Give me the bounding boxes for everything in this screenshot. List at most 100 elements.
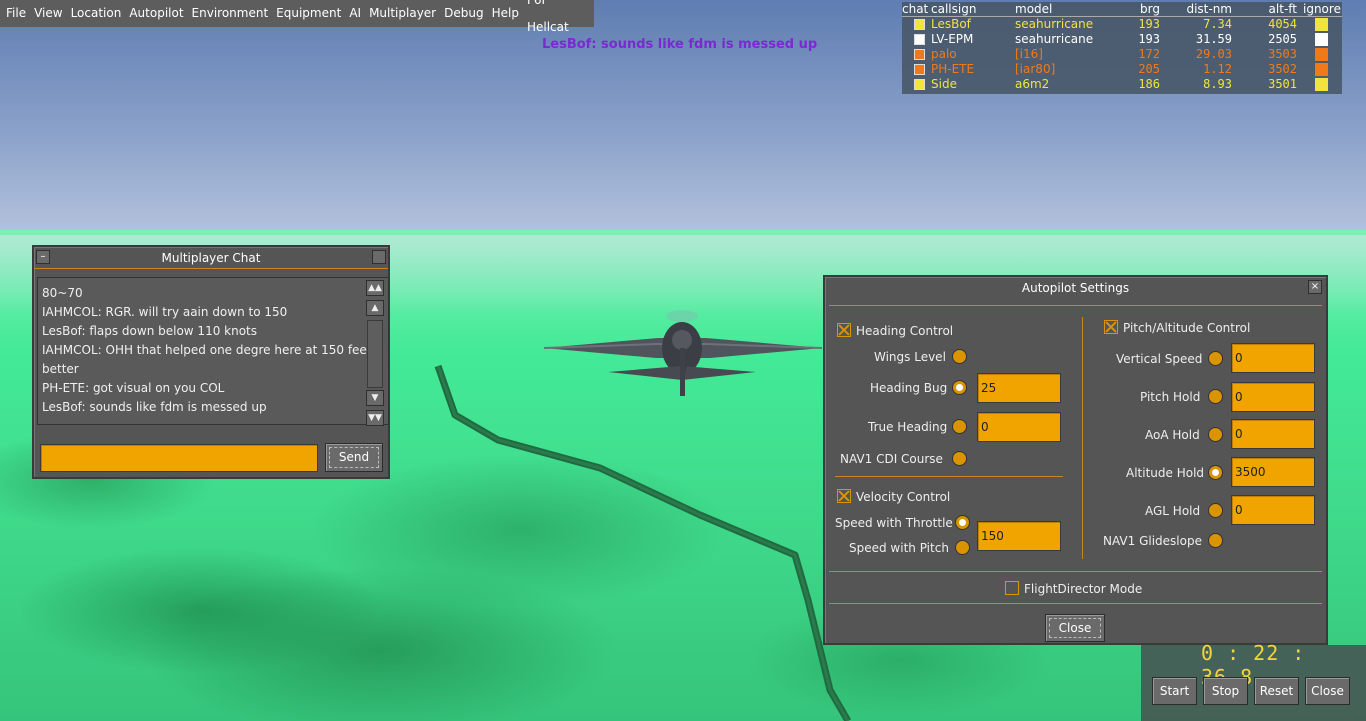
menu-autopilot[interactable]: Autopilot (125, 0, 187, 27)
aoa-hold-label: AoA Hold (1145, 428, 1200, 442)
true-heading-radio[interactable] (952, 419, 967, 434)
chat-color-swatch (914, 49, 925, 60)
pilot-model: a6m2 (1015, 77, 1050, 91)
heading-control-checkbox[interactable] (837, 323, 851, 337)
pilot-model: seahurricane (1015, 32, 1094, 46)
autopilot-close-button[interactable]: Close (1045, 614, 1105, 642)
pitch-altitude-control-checkbox[interactable] (1104, 320, 1118, 334)
pilot-model: seahurricane (1015, 17, 1094, 31)
chat-log[interactable]: 80~70 IAHMCOL: RGR. will try aain down to… (37, 277, 389, 425)
chat-message: better (42, 362, 79, 376)
pilot-row[interactable]: LesBof seahurricane 193 7.34 4054 (902, 17, 1342, 32)
velocity-control-label: Velocity Control (856, 490, 951, 504)
header-callsign: callsign (931, 2, 977, 16)
ignore-toggle[interactable] (1315, 48, 1328, 61)
pilot-bearing: 186 (1138, 77, 1160, 91)
aoa-hold-field[interactable]: 0 (1231, 419, 1315, 449)
scroll-up-button[interactable]: ▲ (366, 300, 384, 316)
send-button[interactable]: Send (325, 443, 383, 472)
chat-banner-message: LesBof: sounds like fdm is messed up (542, 37, 818, 52)
menu-equipment[interactable]: Equipment (272, 0, 345, 27)
menu-environment[interactable]: Environment (188, 0, 273, 27)
chat-color-swatch (914, 64, 925, 75)
pilot-altitude: 3501 (1268, 77, 1297, 91)
pilot-distance: 31.59 (1195, 32, 1232, 46)
velocity-control-checkbox[interactable] (837, 489, 851, 503)
nav1-cdi-radio[interactable] (952, 451, 967, 466)
stopwatch-close-button[interactable]: Close (1305, 677, 1350, 705)
pilot-callsign: PH-ETE (931, 62, 975, 76)
pilot-altitude: 2505 (1268, 32, 1297, 46)
pilot-callsign: Side (931, 77, 957, 91)
pilot-distance: 7.34 (1203, 17, 1232, 31)
pilot-row[interactable]: palo [i16] 172 29.03 3503 (902, 47, 1342, 62)
autopilot-title-bar[interactable]: Autopilot Settings × (825, 277, 1326, 299)
pilot-row[interactable]: LV-EPM seahurricane 193 31.59 2505 (902, 32, 1342, 47)
altitude-hold-radio[interactable] (1208, 465, 1223, 480)
agl-hold-label: AGL Hold (1145, 504, 1201, 518)
chat-input[interactable] (40, 444, 318, 472)
vertical-speed-field[interactable]: 0 (1231, 343, 1315, 373)
menu-multiplayer[interactable]: Multiplayer (365, 0, 440, 27)
scroll-bottom-button[interactable]: ▼▼ (366, 410, 384, 426)
pitch-altitude-control-label: Pitch/Altitude Control (1123, 321, 1251, 335)
chat-title: Multiplayer Chat (161, 251, 261, 265)
flight-director-checkbox[interactable] (1005, 581, 1019, 595)
nav1-glideslope-radio[interactable] (1208, 533, 1223, 548)
stopwatch-stop-button[interactable]: Stop (1203, 677, 1248, 705)
heading-bug-radio[interactable] (952, 380, 967, 395)
stopwatch-reset-button[interactable]: Reset (1254, 677, 1299, 705)
speed-throttle-radio[interactable] (955, 515, 970, 530)
menu-aircraft[interactable]: F6F Hellcat (523, 0, 594, 41)
menu-view[interactable]: View (30, 0, 66, 27)
ignore-toggle[interactable] (1315, 78, 1328, 91)
menubar: File View Location Autopilot Environment… (0, 0, 594, 34)
pilot-list-header: chat callsign model brg dist-nm alt-ft i… (902, 2, 1342, 17)
multiplayer-chat-dialog: – Multiplayer Chat 80~70 IAHMCOL: RGR. wi… (32, 245, 390, 479)
chat-scrollbar[interactable]: ▲▲ ▲ ▼ ▼▼ (366, 280, 386, 426)
header-alt: alt-ft (1268, 2, 1297, 16)
pilot-bearing: 193 (1138, 32, 1160, 46)
aircraft (543, 310, 823, 396)
pilot-list: chat callsign model brg dist-nm alt-ft i… (902, 2, 1342, 94)
scroll-down-button[interactable]: ▼ (366, 390, 384, 406)
ignore-toggle[interactable] (1315, 18, 1328, 31)
speed-pitch-radio[interactable] (955, 540, 970, 555)
true-heading-field[interactable]: 0 (977, 412, 1061, 442)
heading-bug-field[interactable]: 25 (977, 373, 1061, 403)
pitch-hold-field[interactable]: 0 (1231, 382, 1315, 412)
vertical-speed-radio[interactable] (1208, 351, 1223, 366)
pilot-distance: 29.03 (1195, 47, 1232, 61)
pitch-hold-radio[interactable] (1208, 389, 1223, 404)
ignore-toggle[interactable] (1315, 33, 1328, 46)
pilot-callsign: LV-EPM (931, 32, 974, 46)
window-resize-button[interactable] (372, 250, 386, 264)
menu-help[interactable]: Help (488, 0, 523, 27)
speed-field[interactable]: 150 (977, 521, 1061, 551)
pilot-row[interactable]: PH-ETE [iar80] 205 1.12 3502 (902, 62, 1342, 77)
chat-color-swatch (914, 34, 925, 45)
close-x-button[interactable]: × (1308, 280, 1322, 294)
chat-message: IAHMCOL: RGR. will try aain down to 150 (42, 305, 288, 319)
stopwatch-start-button[interactable]: Start (1152, 677, 1197, 705)
minimize-button[interactable]: – (36, 250, 50, 264)
aoa-hold-radio[interactable] (1208, 427, 1223, 442)
scroll-top-button[interactable]: ▲▲ (366, 280, 384, 296)
menu-location[interactable]: Location (67, 0, 126, 27)
chat-title-bar[interactable]: – Multiplayer Chat (34, 247, 388, 269)
pilot-row[interactable]: Side a6m2 186 8.93 3501 (902, 77, 1342, 92)
pilot-model: [iar80] (1015, 62, 1056, 76)
pilot-distance: 1.12 (1203, 62, 1232, 76)
agl-hold-field[interactable]: 0 (1231, 495, 1315, 525)
scroll-track[interactable] (367, 320, 383, 388)
agl-hold-radio[interactable] (1208, 503, 1223, 518)
wings-level-radio[interactable] (952, 349, 967, 364)
menu-debug[interactable]: Debug (440, 0, 487, 27)
nav1-glideslope-label: NAV1 Glideslope (1103, 534, 1202, 548)
menu-file[interactable]: File (2, 0, 30, 27)
column-divider (1082, 317, 1083, 559)
ignore-toggle[interactable] (1315, 63, 1328, 76)
true-heading-label: True Heading (868, 420, 948, 434)
menu-ai[interactable]: AI (345, 0, 365, 27)
altitude-hold-field[interactable]: 3500 (1231, 457, 1315, 487)
